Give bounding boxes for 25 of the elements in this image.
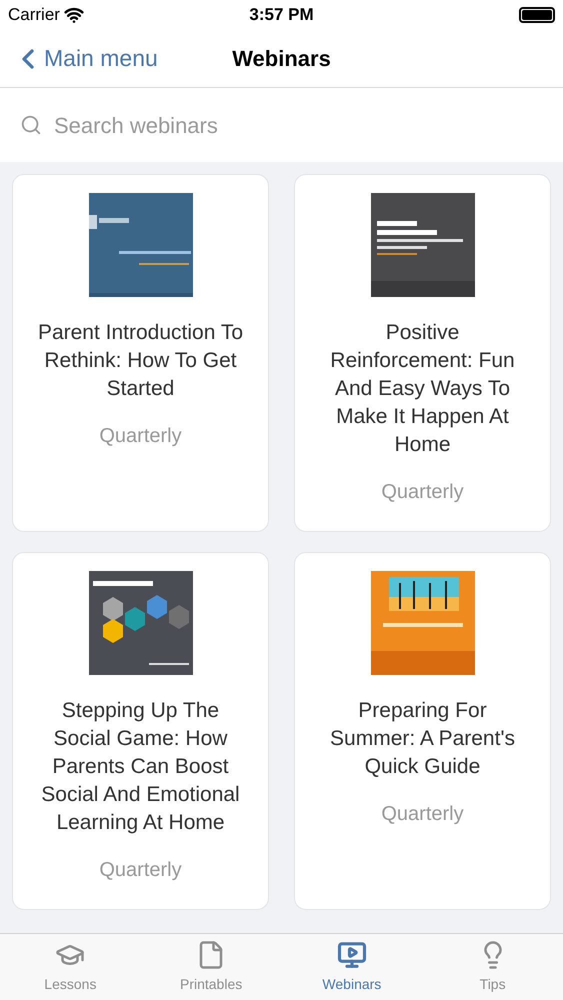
back-button[interactable]: Main menu [0, 40, 158, 76]
screen-title: Webinars [232, 45, 331, 73]
webinar-card[interactable]: Preparing For Summer: A Parent's Quick Guide Quarterly [294, 552, 551, 910]
webinar-card[interactable]: Stepping Up The Social Game: How Parents Can Boost Social And Emotional Learning At Home Quarterly [12, 552, 269, 910]
webinar-frequency: Quarterly [381, 802, 464, 827]
battery-icon [519, 7, 555, 23]
webinar-frequency: Quarterly [99, 424, 182, 449]
wifi-icon [64, 5, 84, 25]
tab-bar-item[interactable]: Webinars [282, 934, 422, 1000]
tab-bar-item[interactable]: Tips [422, 934, 563, 1000]
clock-time: 3:57 PM [249, 4, 314, 26]
monitor-play-icon [336, 940, 367, 970]
webinar-title: Parent Introduction To Rethink: How To Get Started [36, 320, 244, 402]
webinar-card[interactable]: Parent Introduction To Rethink: How To Get Started Quarterly [12, 174, 269, 532]
search-field[interactable]: Search webinars [54, 108, 543, 142]
webinar-frequency: Quarterly [381, 480, 464, 505]
tab-bar-item[interactable]: Lessons [0, 934, 141, 1000]
webinar-frequency: Quarterly [99, 858, 182, 883]
search-icon [20, 114, 42, 136]
webinar-title: Stepping Up The Social Game: How Parents Can Boost Social And Emotional Learning At Home [40, 698, 241, 836]
carrier-name: Carrier [8, 4, 60, 26]
webinar-title: Preparing For Summer: A Parent's Quick Guide [329, 698, 516, 780]
webinar-card[interactable]: Positive Reinforcement: Fun And Easy Ways To Make It Happen At Home Quarterly [294, 174, 551, 532]
tab-bar-item[interactable]: Printables [140, 934, 282, 1000]
webinar-title: Positive Reinforcement: Fun And Easy Ways To Make It Happen At Home [329, 320, 516, 458]
